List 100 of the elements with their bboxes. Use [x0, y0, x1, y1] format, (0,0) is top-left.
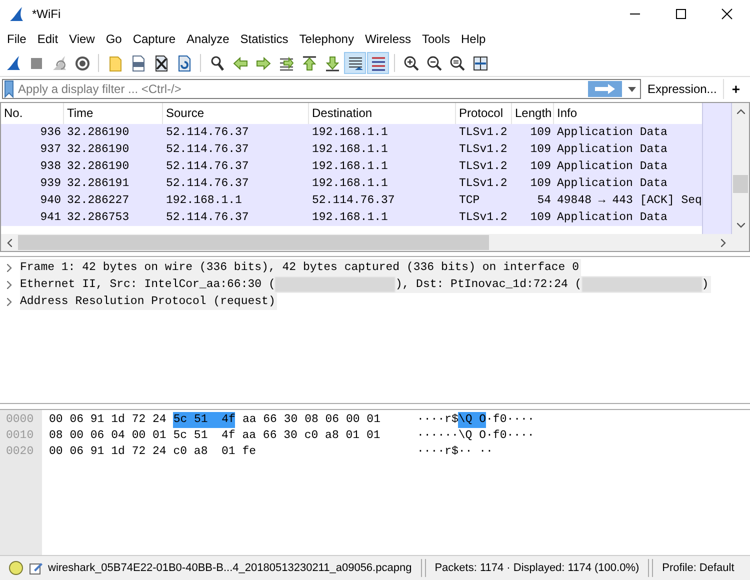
table-cell-text: TLSv1.2 [458, 210, 508, 226]
vertical-scrollbar[interactable] [732, 103, 749, 234]
toolbar-button[interactable] [367, 52, 389, 74]
packet-row[interactable]: 937 32.286190 52.114.76.37 192.168.1.1 TLSv1.2 109 Application Data [1, 141, 702, 158]
ascii-bytes[interactable]: ·f0···· [486, 412, 534, 428]
ascii-bytes[interactable]: ······\Q O·f0···· [417, 428, 534, 444]
menu-item[interactable]: Statistics [235, 30, 294, 48]
packet-row[interactable]: 940 32.286227 192.168.1.1 52.114.76.37 TCP 54 49848 → 443 [ACK] Seq [1, 192, 702, 209]
table-cell-text: 32.286191 [66, 176, 130, 192]
ascii-bytes[interactable]: ····r$·· ·· [417, 444, 493, 460]
apply-filter-button[interactable] [588, 81, 622, 97]
hex-bytes[interactable]: 08 00 06 04 00 01 5c 51 4f aa 66 30 c0 a8 01 01 [49, 428, 380, 444]
down-caret-icon [736, 223, 744, 228]
table-cell-text: 109 [529, 176, 552, 192]
expression-button[interactable]: Expression... [641, 79, 723, 99]
right-caret-icon [721, 238, 726, 246]
left-caret-icon [7, 238, 12, 246]
bookmark-icon[interactable] [3, 80, 15, 98]
table-cell-text: 32.286227 [66, 193, 130, 209]
scrollbar-thumb[interactable] [18, 235, 489, 250]
table-cell-text: 32.286190 [66, 142, 130, 158]
table-cell-text: 32.286190 [66, 125, 130, 141]
hex-bytes[interactable]: 00 06 91 1d 72 24 [49, 412, 166, 428]
menu-item[interactable]: Go [100, 30, 128, 48]
table-cell-text: 192.168.1.1 [311, 159, 389, 175]
table-cell-text: Application Data [556, 159, 668, 175]
menu-item[interactable]: Telephony [294, 30, 360, 48]
table-cell-text: Application Data [556, 176, 668, 192]
document-refresh-icon [176, 54, 192, 72]
table-cell-text: 54 [536, 193, 552, 209]
table-cell-text: 192.168.1.1 [311, 142, 389, 158]
chevron-right-icon[interactable] [7, 298, 13, 306]
up-arrow-icon [300, 54, 318, 72]
ascii-bytes[interactable]: ····r$ [417, 412, 458, 428]
table-cell-text: 192.168.1.1 [311, 210, 389, 226]
table-cell-text: 52.114.76.37 [311, 193, 396, 209]
shark-fin-icon [4, 54, 22, 72]
column-resize-icon [472, 54, 488, 72]
display-filter-field[interactable]: Apply a display filter ... <Ctrl-/> [15, 82, 588, 96]
table-cell-text: Application Data [556, 210, 668, 226]
table-cell-text: 192.168.1.1 [311, 176, 389, 192]
menu-item[interactable]: File [2, 30, 32, 48]
table-cell-text: TCP [458, 193, 481, 209]
hex-bytes[interactable]: 5c 51 4f [173, 412, 236, 428]
table-cell-text: Application Data [556, 125, 668, 141]
capture-file-name: wireshark_05B74E22-01B0-40BB-B...4_20180513230211_a09056.pcapng [48, 562, 412, 574]
folder-icon [106, 54, 124, 72]
zoom-in-icon [402, 54, 420, 72]
fin-refresh-icon [50, 54, 68, 72]
packet-row[interactable]: 936 32.286190 52.114.76.37 192.168.1.1 TLSv1.2 109 Application Data [1, 124, 702, 141]
table-cell-text: TLSv1.2 [458, 142, 508, 158]
zoom-out-icon [426, 54, 442, 72]
right-arrow-icon [594, 83, 616, 95]
table-cell-text: 52.114.76.37 [165, 125, 250, 141]
zoom-reset-icon [448, 54, 466, 72]
packet-row[interactable]: 939 32.286191 52.114.76.37 192.168.1.1 TLSv1.2 109 Application Data [1, 175, 702, 192]
profile-label[interactable]: Profile: Default [662, 562, 734, 574]
packet-row[interactable]: 938 32.286190 52.114.76.37 192.168.1.1 TLSv1.2 109 Application Data [1, 158, 702, 175]
toolbar-button[interactable] [344, 52, 366, 74]
horizontal-scrollbar[interactable] [1, 234, 749, 251]
hex-bytes[interactable]: aa 66 30 08 06 00 01 [242, 412, 380, 428]
menu-item[interactable]: Capture [128, 30, 182, 48]
menu-item[interactable]: View [64, 30, 101, 48]
maximize-icon[interactable] [675, 8, 687, 20]
table-cell-text: 109 [529, 159, 552, 175]
striped-lines-icon [370, 54, 386, 72]
down-arrow-icon [324, 54, 340, 72]
table-cell-text: 109 [529, 210, 552, 226]
menu-item[interactable]: Wireless [360, 30, 417, 48]
status-circle-icon [8, 560, 24, 576]
table-cell-text: 52.114.76.37 [165, 210, 250, 226]
protocol-tree-item[interactable]: Ethernet II, Src: IntelCor_aa:66:30 ( ), Dst: PtInovac_1d:72:24 ( ) [20, 276, 711, 293]
table-cell-text: 49848 → 443 [ACK] Seq [556, 193, 702, 209]
close-icon[interactable] [721, 8, 733, 20]
menu-item[interactable]: Tools [417, 30, 456, 48]
table-cell-text: TLSv1.2 [458, 125, 508, 141]
chevron-right-icon[interactable] [7, 280, 13, 288]
menu-item[interactable]: Help [456, 30, 492, 48]
table-cell-text: 52.114.76.37 [165, 159, 250, 175]
table-cell-text: 32.286753 [66, 210, 130, 226]
scrollbar-thumb[interactable] [733, 175, 748, 193]
search-icon [208, 54, 226, 72]
tree-item-text: ) [702, 277, 709, 293]
table-cell-text: 939 [39, 176, 62, 192]
caret-icon[interactable] [628, 86, 636, 92]
table-cell-text: 52.114.76.37 [165, 176, 250, 192]
up-caret-icon [736, 109, 744, 114]
menu-item[interactable]: Edit [32, 30, 64, 48]
binary-document-icon [130, 54, 146, 72]
add-filter-button[interactable]: + [722, 79, 748, 99]
menu-item[interactable]: Analyze [182, 30, 236, 48]
shark-fin-icon [8, 6, 24, 22]
document-x-icon [152, 54, 170, 72]
note-pencil-icon[interactable] [29, 561, 43, 575]
table-cell-text: 937 [39, 142, 62, 158]
chevron-right-icon[interactable] [7, 264, 13, 272]
packet-row[interactable]: 941 32.286753 52.114.76.37 192.168.1.1 TLSv1.2 109 Application Data [1, 209, 702, 226]
ascii-bytes[interactable]: \Q O [458, 412, 486, 428]
display-filter-bar[interactable]: Apply a display filter ... <Ctrl-/> [2, 79, 642, 99]
hex-bytes[interactable]: 00 06 91 1d 72 24 c0 a8 01 fe [49, 444, 256, 460]
